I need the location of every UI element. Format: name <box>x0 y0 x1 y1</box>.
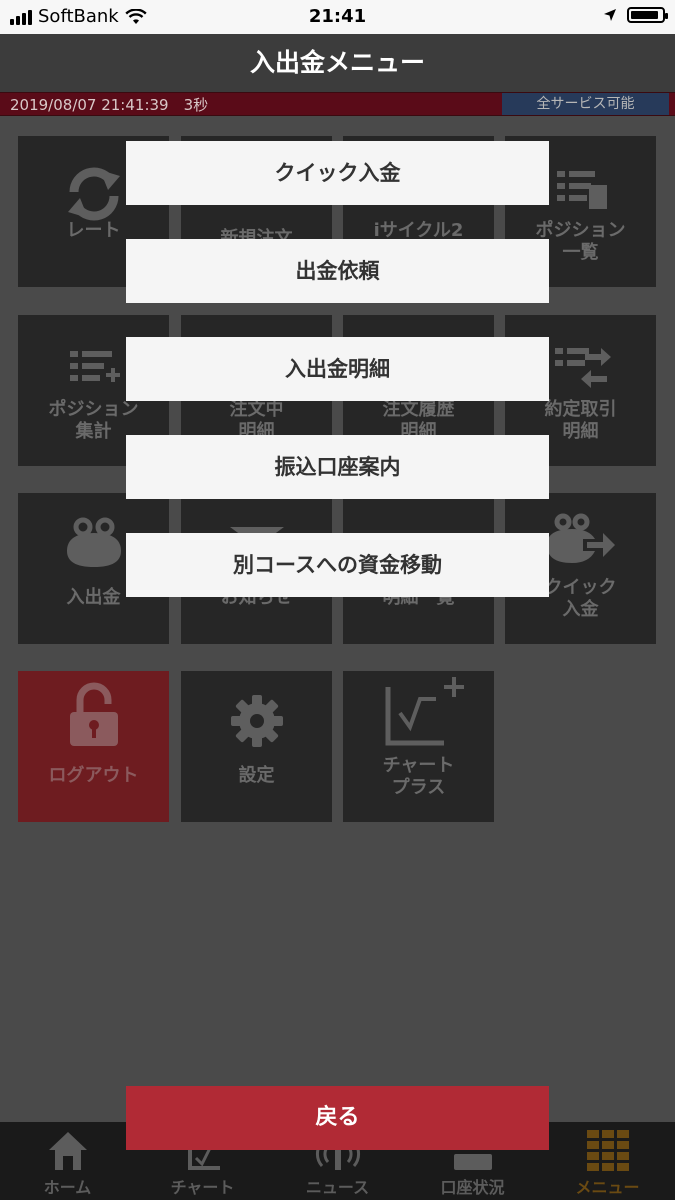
battery-icon <box>627 7 668 23</box>
server-timestamp: 2019/08/07 21:41:39 3秒 <box>10 96 209 114</box>
info-bar: 2019/08/07 21:41:39 3秒 全サービス可能 <box>0 92 675 116</box>
menu-tile-chart-plus[interactable]: チャート プラス <box>343 671 494 822</box>
tab-label: ニュース <box>305 1178 370 1197</box>
transfer-account-info-button[interactable]: 振込口座案内 <box>126 435 549 499</box>
service-status-badge: 全サービス可能 <box>502 93 669 115</box>
menu-tile-settings[interactable]: 設定 <box>181 671 332 822</box>
clock: 21:41 <box>308 6 367 27</box>
menu-grid-icon <box>540 1128 675 1172</box>
page-title: 入出金メニュー <box>0 34 675 92</box>
tab-label: 口座状況 <box>440 1178 505 1197</box>
tab-label: メニュー <box>575 1178 640 1197</box>
tab-label: チャート <box>170 1178 235 1197</box>
menu-tile-label: ログアウト <box>48 765 139 786</box>
menu-tile-label: 設定 <box>238 765 275 786</box>
deposit-withdraw-details-button[interactable]: 入出金明細 <box>126 337 549 401</box>
tab-home[interactable]: ホーム <box>0 1122 135 1200</box>
tab-menu[interactable]: メニュー <box>540 1122 675 1200</box>
quick-deposit-button[interactable]: クイック入金 <box>126 141 549 205</box>
fund-transfer-course-button[interactable]: 別コースへの資金移動 <box>126 533 549 597</box>
lock-icon <box>18 682 169 749</box>
back-button[interactable]: 戻る <box>126 1086 549 1150</box>
location-arrow-icon <box>604 9 616 21</box>
withdraw-request-button[interactable]: 出金依頼 <box>126 239 549 303</box>
status-right <box>603 7 668 23</box>
menu-tile-label: チャート プラス <box>382 755 455 798</box>
status-bar: SoftBank 21:41 <box>0 0 675 34</box>
menu-tile-logout[interactable]: ログアウト <box>18 671 169 822</box>
chart-plus-icon <box>343 677 494 746</box>
home-icon <box>0 1128 135 1172</box>
gear-icon <box>181 689 332 753</box>
tab-label: ホーム <box>43 1178 92 1197</box>
